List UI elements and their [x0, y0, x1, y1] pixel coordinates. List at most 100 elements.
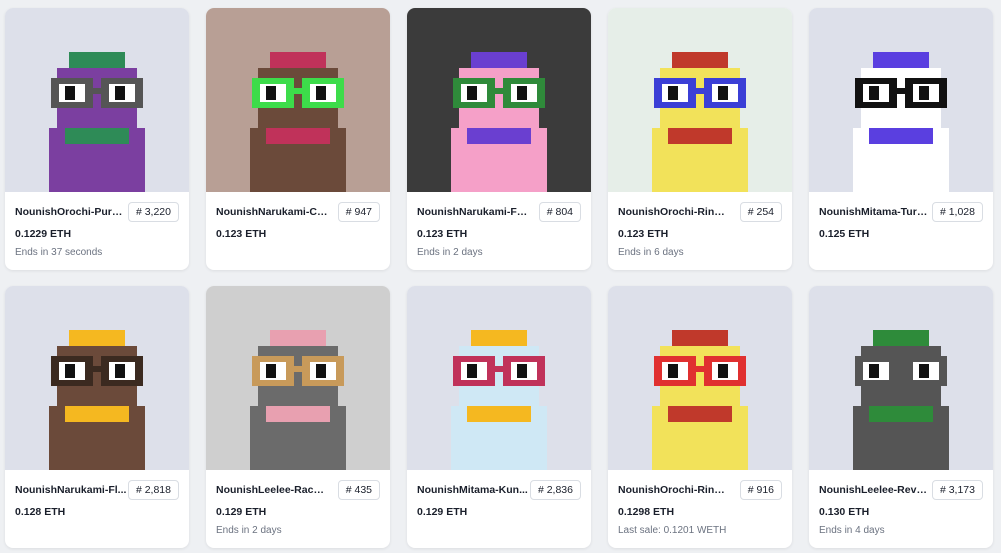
glasses-bridge: [93, 88, 101, 94]
nft-price: 0.125 ETH: [819, 228, 870, 240]
nft-card[interactable]: NounishOrochi-Purpl... # 3,220 0.1229 ETH E…: [5, 8, 189, 270]
nft-price: 0.123 ETH: [216, 228, 267, 240]
pupil-left: [266, 364, 276, 378]
pupil-left: [668, 86, 678, 100]
nft-image[interactable]: [407, 8, 591, 192]
nft-card[interactable]: NounishMitama-Turn... # 1,028 0.125 ETH: [809, 8, 993, 270]
character-hat: [873, 330, 929, 346]
nft-name[interactable]: NounishNarukami-Ch...: [216, 206, 328, 218]
character-scarf: [869, 128, 933, 144]
character-hat: [69, 330, 125, 346]
nft-price: 0.129 ETH: [216, 506, 267, 518]
token-number-badge: # 947: [337, 202, 380, 222]
token-number-badge: # 3,220: [127, 202, 179, 222]
pupil-left: [467, 86, 477, 100]
character-hat: [69, 52, 125, 68]
token-number-badge: # 804: [538, 202, 581, 222]
token-number-badge: # 1,028: [931, 202, 983, 222]
pupil-right: [718, 364, 728, 378]
character-scarf: [869, 406, 933, 422]
nft-name[interactable]: NounishNarukami-Fla...: [417, 206, 529, 218]
character-scarf: [266, 128, 330, 144]
glasses-bridge: [495, 88, 503, 94]
nft-price: 0.130 ETH: [819, 506, 870, 518]
nft-price: 0.1298 ETH: [618, 506, 675, 518]
pupil-right: [517, 364, 527, 378]
pupil-left: [266, 86, 276, 100]
character-hat: [873, 52, 929, 68]
token-number-badge: # 2,818: [127, 480, 179, 500]
token-number-badge: # 435: [337, 480, 380, 500]
glasses-bridge: [696, 88, 704, 94]
glasses-bridge: [897, 366, 905, 372]
nft-name[interactable]: NounishNarukami-Fl...: [15, 484, 127, 496]
pupil-left: [65, 86, 75, 100]
pupil-right: [115, 86, 125, 100]
pupil-right: [718, 86, 728, 100]
listing-status: Ends in 4 days: [819, 525, 885, 536]
listing-status: Last sale: 0.1201 WETH: [618, 525, 727, 536]
pupil-left: [668, 364, 678, 378]
nft-card[interactable]: NounishLeelee-Raccoo... # 435 0.129 ETH End…: [206, 286, 390, 548]
character-scarf: [668, 128, 732, 144]
glasses-bridge: [897, 88, 905, 94]
nft-card[interactable]: NounishMitama-Kun... # 2,836 0.129 ETH: [407, 286, 591, 548]
nft-name[interactable]: NounishOrochi-Ringed ...: [618, 484, 730, 496]
nft-price: 0.1229 ETH: [15, 228, 72, 240]
character-hat: [471, 330, 527, 346]
character-hat: [471, 52, 527, 68]
listing-status: Ends in 6 days: [618, 247, 684, 258]
pupil-right: [919, 86, 929, 100]
pupil-right: [517, 86, 527, 100]
character-scarf: [65, 128, 129, 144]
nft-image[interactable]: [407, 286, 591, 470]
nft-price: 0.128 ETH: [15, 506, 66, 518]
nft-name[interactable]: NounishOrochi-Purpl...: [15, 206, 127, 218]
pupil-right: [316, 364, 326, 378]
glasses-bridge: [495, 366, 503, 372]
nft-price: 0.129 ETH: [417, 506, 468, 518]
nft-card[interactable]: NounishLeelee-Rever... # 3,173 0.130 ETH En…: [809, 286, 993, 548]
nft-card[interactable]: NounishNarukami-Fl... # 2,818 0.128 ETH: [5, 286, 189, 548]
nft-image[interactable]: [608, 286, 792, 470]
listing-status: Ends in 2 days: [417, 247, 483, 258]
nft-image[interactable]: [206, 286, 390, 470]
character-scarf: [266, 406, 330, 422]
pupil-left: [869, 364, 879, 378]
nft-name[interactable]: NounishLeelee-Raccoo...: [216, 484, 328, 496]
nft-name[interactable]: NounishMitama-Kun...: [417, 484, 529, 496]
character-scarf: [65, 406, 129, 422]
character-scarf: [467, 406, 531, 422]
character-scarf: [467, 128, 531, 144]
pupil-right: [919, 364, 929, 378]
nft-name[interactable]: NounishMitama-Turn...: [819, 206, 931, 218]
pupil-left: [869, 86, 879, 100]
nft-card[interactable]: NounishOrochi-Ringed... # 254 0.123 ETH End…: [608, 8, 792, 270]
pupil-right: [115, 364, 125, 378]
nft-card[interactable]: NounishNarukami-Ch... # 947 0.123 ETH: [206, 8, 390, 270]
listing-status: Ends in 37 seconds: [15, 247, 103, 258]
nft-image[interactable]: [809, 286, 993, 470]
nft-image[interactable]: [206, 8, 390, 192]
nft-name[interactable]: NounishLeelee-Rever...: [819, 484, 931, 496]
nft-image[interactable]: [5, 286, 189, 470]
nft-image[interactable]: [809, 8, 993, 192]
character-scarf: [668, 406, 732, 422]
pupil-right: [316, 86, 326, 100]
character-hat: [270, 330, 326, 346]
nft-card[interactable]: NounishOrochi-Ringed ... # 916 0.1298 ETH L…: [608, 286, 792, 548]
pupil-left: [65, 364, 75, 378]
listing-status: Ends in 2 days: [216, 525, 282, 536]
glasses-bridge: [93, 366, 101, 372]
glasses-bridge: [294, 366, 302, 372]
nft-image[interactable]: [5, 8, 189, 192]
nft-name[interactable]: NounishOrochi-Ringed...: [618, 206, 730, 218]
character-hat: [270, 52, 326, 68]
nft-grid: NounishOrochi-Purpl... # 3,220 0.1229 ETH E…: [0, 0, 1001, 553]
character-hat: [672, 52, 728, 68]
nft-price: 0.123 ETH: [417, 228, 468, 240]
nft-card[interactable]: NounishNarukami-Fla... # 804 0.123 ETH Ends…: [407, 8, 591, 270]
character-hat: [672, 330, 728, 346]
token-number-badge: # 3,173: [931, 480, 983, 500]
nft-image[interactable]: [608, 8, 792, 192]
